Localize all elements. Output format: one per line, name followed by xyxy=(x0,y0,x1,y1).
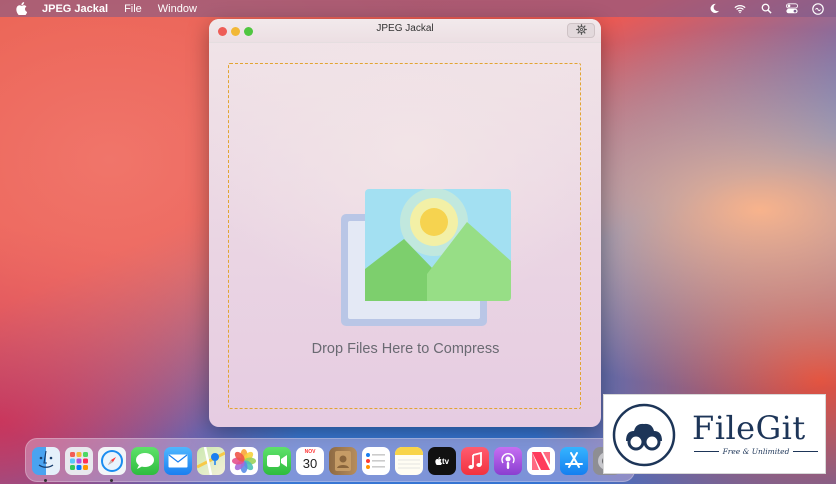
settings-button[interactable] xyxy=(567,23,595,38)
finder-icon[interactable] xyxy=(32,447,60,475)
drop-zone[interactable]: Drop Files Here to Compress xyxy=(228,63,581,409)
app-menu[interactable]: JPEG Jackal xyxy=(42,3,108,15)
filegit-tagline: Free & Unlimited xyxy=(718,447,794,456)
moon-icon[interactable] xyxy=(708,3,720,15)
podcasts-icon[interactable] xyxy=(494,447,522,475)
window-title: JPEG Jackal xyxy=(376,23,434,34)
facetime-icon[interactable] xyxy=(263,447,291,475)
wifi-icon[interactable] xyxy=(734,3,746,15)
running-indicator xyxy=(110,479,113,482)
calendar-icon[interactable]: NOV 30 xyxy=(296,447,324,475)
launchpad-icon[interactable] xyxy=(65,447,93,475)
menu-bar: JPEG Jackal File Window xyxy=(0,0,836,17)
mail-icon[interactable] xyxy=(164,447,192,475)
app-store-icon[interactable] xyxy=(560,447,588,475)
filegit-watermark: FileGit Free & Unlimited xyxy=(603,394,826,474)
menu-file[interactable]: File xyxy=(124,3,142,15)
gear-icon xyxy=(575,22,587,40)
contacts-icon[interactable] xyxy=(329,447,357,475)
filegit-tagline-wrap: Free & Unlimited xyxy=(694,447,818,460)
calendar-day: 30 xyxy=(302,456,318,471)
menu-window[interactable]: Window xyxy=(158,3,197,15)
running-indicator xyxy=(44,479,47,482)
drop-instruction-text: Drop Files Here to Compress xyxy=(311,341,500,357)
news-icon[interactable] xyxy=(527,447,555,475)
safari-icon[interactable] xyxy=(98,447,126,475)
control-center-icon[interactable] xyxy=(786,3,798,15)
tv-label: tv xyxy=(441,456,450,466)
messages-icon[interactable] xyxy=(131,447,159,475)
maps-icon[interactable] xyxy=(197,447,225,475)
search-icon[interactable] xyxy=(760,3,772,15)
photos-icon[interactable] xyxy=(230,447,258,475)
calendar-month: NOV xyxy=(304,449,316,455)
music-icon[interactable] xyxy=(461,447,489,475)
filegit-name: FileGit xyxy=(692,409,806,447)
tv-icon[interactable]: tv xyxy=(428,447,456,475)
apple-menu-icon[interactable] xyxy=(14,2,28,16)
app-window: JPEG Jackal Drop Files Here to Compress xyxy=(209,19,601,427)
image-placeholder-icon xyxy=(341,189,511,326)
siri-icon[interactable] xyxy=(812,2,824,15)
notes-icon[interactable] xyxy=(395,447,423,475)
filegit-logo-icon xyxy=(612,403,676,467)
title-bar[interactable]: JPEG Jackal xyxy=(209,19,601,43)
dock: NOV 30 tv xyxy=(25,438,635,482)
reminders-icon[interactable] xyxy=(362,447,390,475)
